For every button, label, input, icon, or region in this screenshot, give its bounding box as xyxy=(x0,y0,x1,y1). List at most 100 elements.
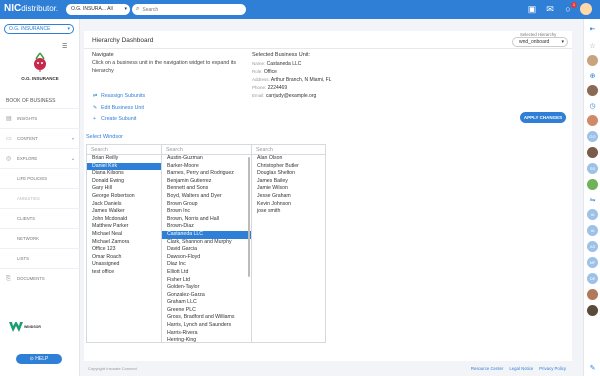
edit-business-unit-link[interactable]: ✎ Edit Business Unit xyxy=(93,103,145,115)
list-item[interactable]: Greene PLC xyxy=(162,307,251,315)
rail-avatar[interactable] xyxy=(587,179,598,190)
list-item[interactable]: test office xyxy=(87,269,161,277)
list-item[interactable]: Matthew Parker xyxy=(87,223,161,231)
footer-link-legal-notice[interactable]: Legal Notice xyxy=(509,366,533,371)
list-item[interactable]: John Mcdonald xyxy=(87,216,161,224)
list-item[interactable]: Diana Kilsons xyxy=(87,170,161,178)
rail-avatar[interactable] xyxy=(587,85,598,96)
global-search[interactable]: ⌕ xyxy=(132,4,246,15)
footer-link-privacy-policy[interactable]: Privacy Policy xyxy=(539,366,566,371)
list-item[interactable]: Donald Ewing xyxy=(87,178,161,186)
list-item[interactable]: Benjamin Gutierrez xyxy=(162,178,251,186)
apply-changes-button[interactable]: APPLY CHANGES xyxy=(520,112,566,123)
rail-avatar-initials[interactable]: IA xyxy=(587,225,598,236)
list-item[interactable]: Office 123 xyxy=(87,246,161,254)
sync-icon[interactable]: ⇋ xyxy=(587,195,598,206)
list-item[interactable]: Elliott Ltd xyxy=(162,269,251,277)
column-search-input[interactable]: Search xyxy=(162,145,251,155)
list-item[interactable]: Gonzalez-Garza xyxy=(162,292,251,300)
briefcase-icon[interactable]: ▣ xyxy=(526,3,538,15)
list-item[interactable]: Omar Roach xyxy=(87,254,161,262)
list-item[interactable]: Clark, Shannon and Murphy xyxy=(162,239,251,247)
collapse-icon[interactable]: ⇤ xyxy=(587,24,598,35)
rail-avatar-initials[interactable]: MF xyxy=(587,257,598,268)
sidebar-item-lists[interactable]: LISTS xyxy=(0,248,80,268)
rail-avatar[interactable] xyxy=(587,147,598,158)
list-item[interactable]: Jamie Wilson xyxy=(252,185,325,193)
menu-icon[interactable]: ☰ xyxy=(62,43,67,50)
sidebar-item-content[interactable]: ▭ CONTENT ▾ xyxy=(0,128,80,148)
rail-avatar[interactable] xyxy=(587,115,598,126)
list-item[interactable]: Harris-Rivera xyxy=(162,330,251,338)
list-item[interactable]: Brown-Diaz xyxy=(162,223,251,231)
list-item[interactable]: Gross, Bradford and Williams xyxy=(162,314,251,322)
list-item[interactable]: James Bailey xyxy=(252,178,325,186)
rail-avatar[interactable] xyxy=(587,289,598,300)
footer-link-resource-center[interactable]: Resource Center xyxy=(471,366,503,371)
list-item[interactable]: Graham LLC xyxy=(162,299,251,307)
rail-avatar[interactable] xyxy=(587,55,598,66)
sidebar-item-life-policies[interactable]: LIFE POLICIES xyxy=(0,168,80,188)
list-item[interactable]: Austin-Guzman xyxy=(162,155,251,163)
column-search-input[interactable]: Search xyxy=(87,145,161,155)
list-item[interactable]: Alan Olson xyxy=(252,155,325,163)
add-user-icon[interactable]: ⊕ xyxy=(587,71,598,82)
sidebar-item-clients[interactable]: CLIENTS xyxy=(0,208,80,228)
list-item[interactable]: Fisher Ltd xyxy=(162,277,251,285)
rail-avatar-initials[interactable]: GG xyxy=(587,131,598,142)
list-item[interactable]: Barker-Moore xyxy=(162,163,251,171)
create-subunit-link[interactable]: + Create Subunit xyxy=(93,114,145,126)
sidebar-item-documents[interactable]: ⎘ DOCUMENTS xyxy=(0,268,80,288)
clock-icon[interactable]: ◷ xyxy=(587,101,598,112)
reassign-subunits-link[interactable]: ⇄ Reassign Subunits xyxy=(93,91,145,103)
list-item[interactable]: Diaz Inc xyxy=(162,261,251,269)
sidebar-item-insights[interactable]: ▤ INSIGHTS xyxy=(0,108,80,128)
scrollbar[interactable] xyxy=(248,157,250,277)
list-item[interactable]: David Garcia xyxy=(162,246,251,254)
help-button[interactable]: ⊙ HELP xyxy=(16,354,62,364)
rail-avatar[interactable] xyxy=(587,305,598,316)
list-item[interactable]: Michael Neal xyxy=(87,231,161,239)
list-item[interactable]: Harris, Lynch and Saunders xyxy=(162,322,251,330)
list-item[interactable]: Golden-Taylor xyxy=(162,284,251,292)
list-item[interactable]: Unassigned xyxy=(87,261,161,269)
rail-avatar-initials[interactable]: DE xyxy=(587,273,598,284)
book-of-business-link[interactable]: BOOK OF BUSINESS xyxy=(6,98,55,104)
list-item[interactable]: Jesse Graham xyxy=(252,193,325,201)
list-item[interactable]: Brown Inc xyxy=(162,208,251,216)
rail-avatar-initials[interactable]: AS xyxy=(587,241,598,252)
list-item[interactable]: George Robertson xyxy=(87,193,161,201)
list-item[interactable]: Jack Daniels xyxy=(87,201,161,209)
user-avatar[interactable] xyxy=(580,3,592,15)
list-item[interactable]: Daniel Kirk xyxy=(87,162,161,171)
list-item[interactable]: Dawson-Floyd xyxy=(162,254,251,262)
list-item[interactable]: Kevin Johnson xyxy=(252,201,325,209)
rail-avatar-initials[interactable]: SS xyxy=(587,163,598,174)
sidebar-item-explore[interactable]: ◎ EXPLORE ▴ xyxy=(0,148,80,168)
list-item[interactable]: Brown, Norris and Hall xyxy=(162,216,251,224)
list-item[interactable]: James Walker xyxy=(87,208,161,216)
star-icon[interactable]: ☆ xyxy=(587,41,598,52)
list-item[interactable]: Brian Reilly xyxy=(87,155,161,163)
app-logo[interactable]: NICdistributor. xyxy=(4,3,58,15)
sidebar-item-network[interactable]: NETWORK xyxy=(0,228,80,248)
list-item[interactable]: Gary Hill xyxy=(87,185,161,193)
list-item[interactable]: Brown Group xyxy=(162,201,251,209)
list-item[interactable]: Bennett and Sons xyxy=(162,185,251,193)
list-item[interactable]: Boyd, Walters and Dyer xyxy=(162,193,251,201)
rail-avatar-initials[interactable]: IA xyxy=(587,209,598,220)
list-item[interactable]: Herring-King xyxy=(162,337,251,342)
sidebar-item-annuities[interactable]: ANNUITIES xyxy=(0,188,80,208)
column-search-input[interactable]: Search xyxy=(252,145,325,155)
chat-icon[interactable]: ○ 1 xyxy=(562,2,577,15)
search-input[interactable] xyxy=(142,6,233,13)
list-item[interactable]: Douglas Shelton xyxy=(252,170,325,178)
org-select-dropdown[interactable]: O.G. INSURA... All ▾ xyxy=(66,4,130,15)
gift-icon[interactable]: ✉ xyxy=(544,3,556,15)
list-item[interactable]: Christopher Butler xyxy=(252,163,325,171)
list-item[interactable]: Barnes, Perry and Rodriguez xyxy=(162,170,251,178)
selected-hierarchy-select[interactable]: wnd_onboard ▾ xyxy=(512,37,568,47)
list-item[interactable]: Michael Zamora xyxy=(87,239,161,247)
sidebar-org-select[interactable]: O.G. INSURANCE ▾ xyxy=(4,24,74,34)
edit-icon[interactable]: ✎ xyxy=(587,363,598,374)
